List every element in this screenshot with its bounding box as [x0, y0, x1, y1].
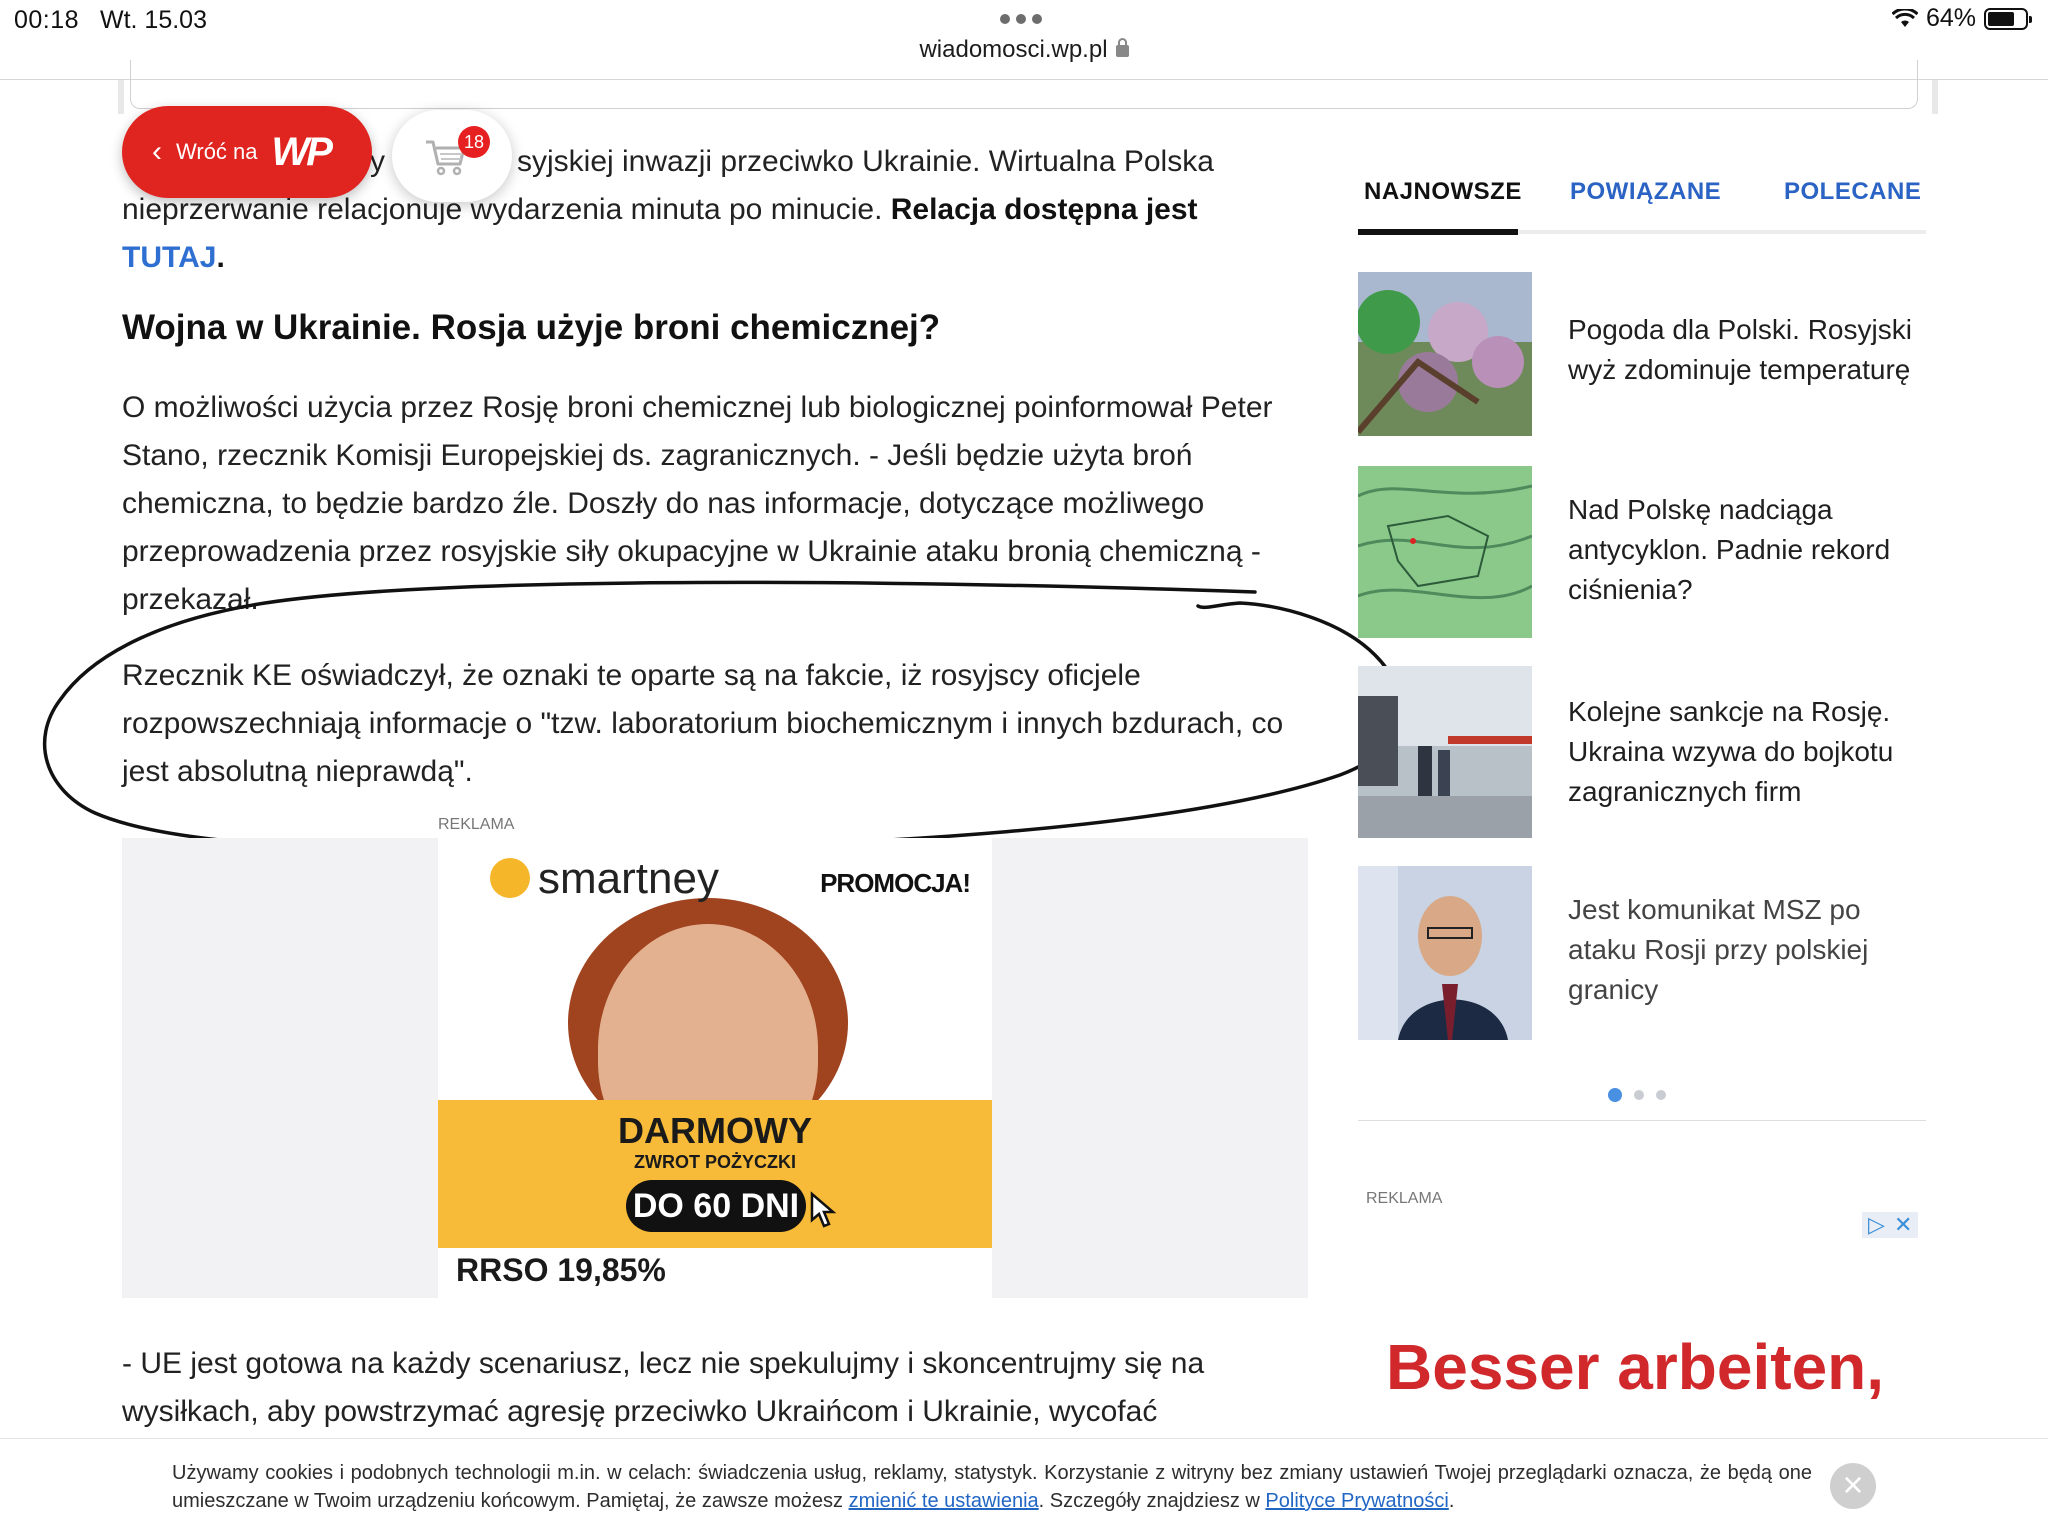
tab-powiazane[interactable]: POWIĄZANE [1570, 178, 1721, 206]
carousel-dots[interactable] [1608, 1088, 1666, 1102]
ad-brand: smartney [538, 854, 719, 903]
news-thumbnail-blossom [1358, 272, 1532, 436]
tab-active-indicator [1358, 229, 1518, 235]
pointer-cursor-icon [810, 1191, 837, 1228]
cookie-close-button[interactable]: × [1830, 1463, 1876, 1509]
ad-label: REKLAMA [438, 816, 515, 833]
ad-promo: PROMOCJA! [820, 868, 971, 898]
tab-polecane[interactable]: POLECANE [1784, 178, 1921, 206]
smartney-logo-icon [490, 858, 530, 898]
tab-najnowsze[interactable]: NAJNOWSZE [1364, 178, 1522, 206]
privacy-policy-link[interactable]: Polityce Prywatności [1265, 1490, 1448, 1512]
news-title: Kolejne sankcje na Rosję. Ukraina wzywa … [1568, 696, 1894, 807]
sidebar-ad-text[interactable]: Besser arbeiten, [1386, 1330, 1884, 1404]
sidebar-tabs: NAJNOWSZE POWIĄZANE POLECANE [1358, 178, 1926, 236]
sidebar-ad-label: REKLAMA [1366, 1190, 1443, 1207]
news-thumbnail-border-crossing [1358, 666, 1532, 838]
news-title: Jest komunikat MSZ po ataku Rosji przy p… [1568, 894, 1869, 1005]
sidebar-divider [1358, 1120, 1926, 1121]
close-icon: × [1842, 1464, 1864, 1505]
cookie-text: Używamy cookies i podobnych technologii … [172, 1462, 1812, 1512]
ad-subline: ZWROT POŻYCZKI [634, 1152, 796, 1172]
adchoices-badge[interactable]: ▷ ✕ [1862, 1212, 1918, 1238]
news-thumbnail-weather-map [1358, 466, 1532, 638]
cookie-banner: Używamy cookies i podobnych technologii … [0, 1438, 2048, 1537]
news-title: Nad Polskę nadciąga antycyklon. Padnie r… [1568, 494, 1891, 605]
adchoices-icon: ▷ [1868, 1212, 1885, 1237]
news-thumbnail-speaker [1358, 866, 1532, 1040]
ad-rrso: RRSO 19,85% [456, 1252, 666, 1288]
news-title: Pogoda dla Polski. Rosyjski wyż zdominuj… [1568, 314, 1912, 385]
cookie-settings-link[interactable]: zmienić te ustawienia [849, 1490, 1039, 1512]
ad-headline: DARMOWY [618, 1110, 812, 1151]
article-paragraph-3: - UE jest gotowa na każdy scenariusz, le… [122, 1347, 1205, 1428]
smartney-ad[interactable]: smartney PROMOCJA! DARMOWY ZWROT POŻYCZK… [438, 838, 992, 1298]
ad-cta-pill[interactable]: DO 60 DNI [626, 1180, 806, 1232]
ad-close-icon[interactable]: ✕ [1894, 1212, 1912, 1238]
